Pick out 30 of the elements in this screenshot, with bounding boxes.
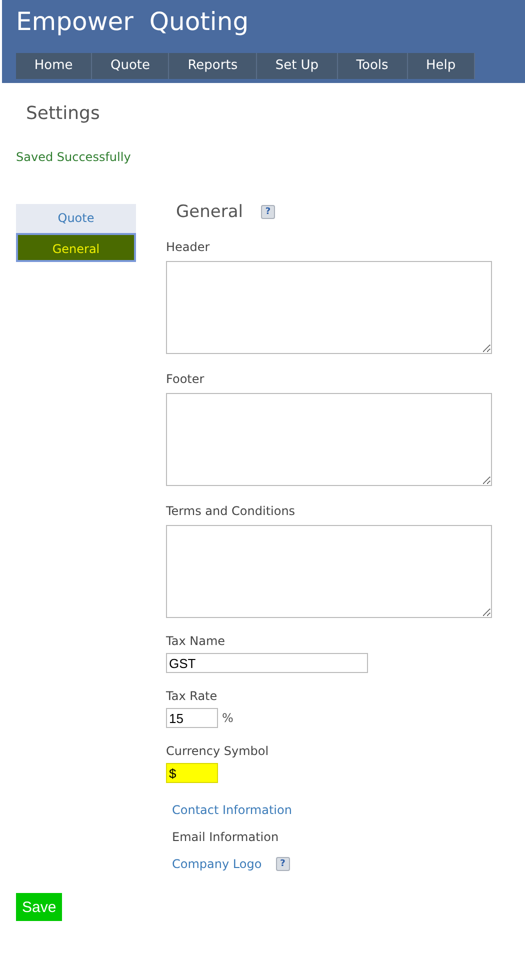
- settings-link[interactable]: Contact Information: [172, 803, 292, 817]
- side-tab[interactable]: General: [16, 233, 136, 262]
- help-icon[interactable]: ?: [276, 857, 290, 871]
- field-label: Terms and Conditions: [166, 504, 296, 518]
- nav-item[interactable]: Tools: [338, 53, 408, 79]
- nav-item[interactable]: Help: [408, 53, 476, 79]
- page-title: Settings: [26, 103, 101, 124]
- section-title: General: [176, 202, 243, 222]
- app-title: Empower Quoting: [16, 6, 250, 38]
- nav-item[interactable]: Quote: [92, 53, 170, 79]
- field-label: Tax Name: [166, 634, 226, 648]
- field-label: Tax Rate: [166, 689, 218, 703]
- settings-link[interactable]: Company Logo: [172, 857, 262, 871]
- text-area[interactable]: [166, 261, 492, 354]
- input-field[interactable]: $: [166, 763, 218, 783]
- input-field[interactable]: GST: [166, 653, 368, 673]
- text-area[interactable]: [166, 393, 492, 486]
- status-message: Saved Successfully: [16, 150, 132, 164]
- field-label: Footer: [166, 372, 206, 386]
- text-area[interactable]: [166, 525, 492, 618]
- nav-item[interactable]: Set Up: [256, 53, 338, 79]
- field-label: Currency Symbol: [166, 744, 270, 758]
- unit-label: %: [222, 711, 234, 725]
- input-field[interactable]: 15: [166, 708, 218, 728]
- nav-item[interactable]: Home: [16, 53, 92, 79]
- field-label: Header: [166, 240, 211, 254]
- help-icon[interactable]: ?: [261, 205, 275, 219]
- nav-item[interactable]: Reports: [169, 53, 257, 79]
- side-tab[interactable]: Quote: [16, 204, 136, 233]
- settings-link[interactable]: Email Information: [172, 830, 279, 844]
